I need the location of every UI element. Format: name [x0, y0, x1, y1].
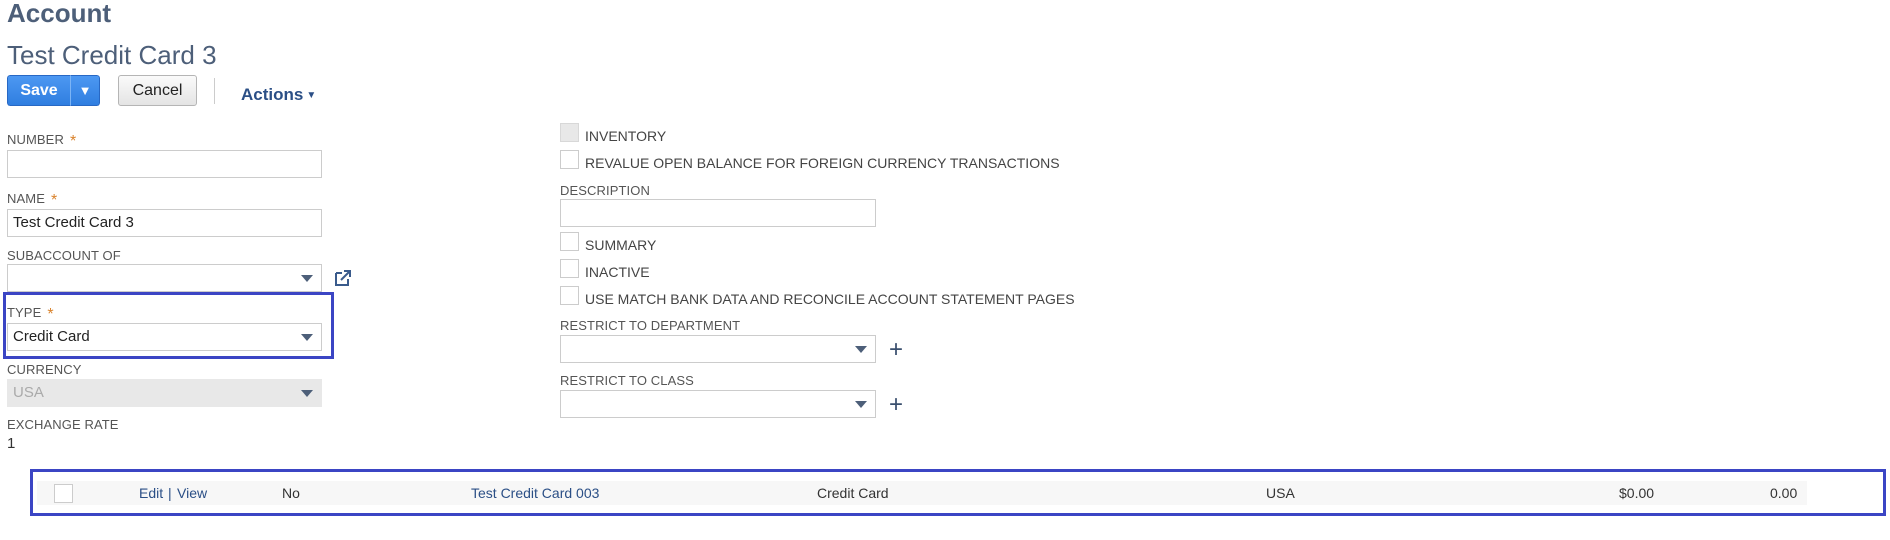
dropdown-arrow-icon — [855, 346, 867, 353]
type-label: TYPE * — [7, 305, 54, 323]
row-link-separator: | — [168, 485, 172, 501]
restrict-department-label: RESTRICT TO DEPARTMENT — [560, 318, 741, 333]
row-amount-cell: 0.00 — [1770, 485, 1798, 501]
add-class-icon[interactable]: + — [889, 393, 903, 417]
inactive-label: INACTIVE — [585, 264, 650, 280]
exchange-rate-value: 1 — [7, 435, 16, 452]
restrict-class-label: RESTRICT TO CLASS — [560, 373, 694, 388]
actions-menu[interactable]: Actions ▼ — [241, 85, 316, 105]
required-marker: * — [50, 192, 58, 209]
row-type-cell: Credit Card — [817, 485, 889, 501]
match-bank-label: USE MATCH BANK DATA AND RECONCILE ACCOUN… — [585, 291, 1075, 307]
name-label: NAME * — [7, 191, 58, 209]
description-field[interactable] — [560, 199, 876, 227]
dropdown-arrow-icon — [301, 275, 313, 282]
save-menu-button[interactable]: ▼ — [70, 75, 100, 106]
row-currency-cell: USA — [1266, 485, 1295, 501]
row-inactive-cell: No — [282, 485, 300, 501]
dropdown-arrow-icon — [855, 401, 867, 408]
summary-checkbox[interactable] — [560, 232, 579, 251]
dropdown-arrow-icon — [301, 390, 313, 397]
description-label: DESCRIPTION — [560, 183, 650, 198]
currency-select: USA — [7, 379, 322, 407]
inventory-checkbox — [560, 123, 579, 142]
currency-label: CURRENCY — [7, 362, 82, 377]
name-field[interactable]: Test Credit Card 3 — [7, 209, 322, 237]
row-view-link[interactable]: View — [177, 485, 207, 501]
subaccount-label: SUBACCOUNT OF — [7, 248, 121, 263]
actions-label: Actions — [241, 85, 304, 104]
inventory-label: INVENTORY — [585, 128, 667, 144]
dropdown-arrow-icon — [301, 334, 313, 341]
add-department-icon[interactable]: + — [889, 338, 903, 362]
save-button-group: Save ▼ — [7, 75, 100, 106]
revalue-label: REVALUE OPEN BALANCE FOR FOREIGN CURRENC… — [585, 155, 1060, 171]
restrict-class-select[interactable] — [560, 390, 876, 418]
cancel-button[interactable]: Cancel — [118, 75, 197, 106]
toolbar-divider — [214, 78, 215, 104]
record-title: Test Credit Card 3 — [7, 40, 217, 70]
revalue-checkbox[interactable] — [560, 150, 579, 169]
save-button[interactable]: Save — [7, 75, 70, 106]
table-row: Edit | View No Test Credit Card 003 Cred… — [37, 481, 1807, 505]
number-label: NUMBER * — [7, 132, 77, 150]
row-name-link[interactable]: Test Credit Card 003 — [471, 485, 599, 501]
number-field[interactable] — [7, 150, 322, 178]
type-select[interactable]: Credit Card — [7, 323, 322, 351]
row-edit-link[interactable]: Edit — [139, 485, 163, 501]
triangle-down-icon: ▼ — [78, 83, 92, 98]
open-external-icon[interactable] — [333, 268, 353, 288]
required-marker: * — [69, 133, 77, 150]
row-balance-cell: $0.00 — [1619, 485, 1655, 501]
caret-down-icon: ▼ — [306, 90, 317, 102]
subaccount-select[interactable] — [7, 264, 322, 292]
exchange-rate-label: EXCHANGE RATE — [7, 417, 119, 432]
summary-label: SUMMARY — [585, 237, 657, 253]
record-type-heading: Account — [7, 0, 111, 28]
row-select-checkbox[interactable] — [54, 484, 73, 503]
restrict-department-select[interactable] — [560, 335, 876, 363]
match-bank-checkbox[interactable] — [560, 286, 579, 305]
required-marker: * — [47, 306, 54, 323]
inactive-checkbox[interactable] — [560, 259, 579, 278]
